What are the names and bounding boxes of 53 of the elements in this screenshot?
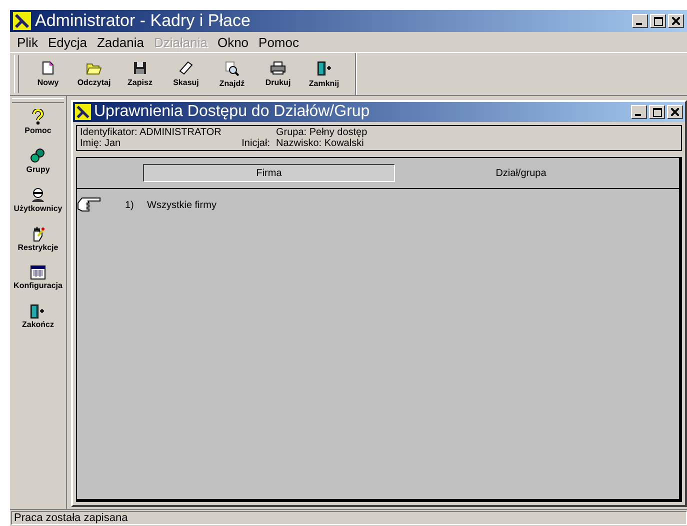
question-mark-icon	[32, 109, 44, 125]
toolbar-button[interactable]: Skasuj	[163, 53, 209, 95]
last-name-label: Nazwisko: Kowalski	[276, 138, 365, 149]
sidebar-button[interactable]: Grupy	[26, 148, 50, 187]
close-icon	[671, 108, 679, 116]
groups-icon	[30, 148, 46, 164]
group-label: Grupa: Pełny dostęp	[276, 127, 368, 138]
sidebar-button[interactable]: Konfiguracja	[14, 265, 62, 304]
sidebar-button[interactable]: Restrykcje	[18, 226, 58, 265]
tab[interactable]: Firma	[143, 164, 395, 182]
child-window-title: Uprawnienia Dostępu do Działów/Grup	[94, 103, 371, 121]
window-grid-icon	[30, 265, 46, 280]
sidebar-button[interactable]: Użytkownicy	[14, 187, 62, 226]
status-text: Praca została zapisana	[11, 511, 687, 525]
first-name-label: Imię: Jan	[80, 138, 122, 149]
identifier-label: Identyfikator: ADMINISTRATOR	[80, 127, 222, 138]
toolbar-button[interactable]: Odczytaj	[71, 53, 117, 95]
maximize-button[interactable]	[650, 14, 666, 28]
toolbar-button[interactable]: Znajdź	[209, 53, 255, 95]
menu-item[interactable]: Edycja	[42, 34, 92, 50]
minimize-button[interactable]	[632, 14, 648, 28]
sidebar-button[interactable]: Pomoc	[24, 109, 52, 148]
user-icon	[30, 187, 46, 203]
menu-item[interactable]: Okno	[212, 34, 254, 50]
close-button[interactable]	[668, 14, 684, 28]
new-document-icon	[42, 61, 54, 75]
maximize-button[interactable]	[649, 105, 665, 119]
menu-item[interactable]: Pomoc	[254, 34, 304, 50]
eraser-icon	[179, 61, 193, 75]
toolbar-button[interactable]: Zapisz	[117, 53, 163, 95]
row-number: 1)	[125, 200, 135, 210]
toolbar-button[interactable]: Drukuj	[255, 53, 301, 95]
toolbar-button[interactable]: Zamknij	[301, 53, 347, 95]
maximize-icon	[654, 16, 662, 26]
sidebar-button[interactable]: Zakończ	[22, 304, 54, 343]
row-name[interactable]: Wszystkie firmy	[147, 200, 216, 210]
app-logo-icon	[13, 12, 31, 30]
minimize-button[interactable]	[631, 105, 647, 119]
maximize-icon	[652, 108, 662, 116]
app-logo-icon	[75, 104, 91, 120]
toolbar-button[interactable]: Nowy	[25, 53, 71, 95]
menu-item[interactable]: Zadania	[92, 34, 149, 50]
initial-label: Inicjał:	[240, 138, 271, 149]
magnifier-icon	[225, 60, 239, 76]
window-title: Administrator - Kadry i Płace	[35, 11, 252, 31]
folder-icon	[86, 62, 102, 74]
exit-door-icon	[316, 60, 332, 76]
tab[interactable]: Dział/grupa	[395, 164, 647, 182]
exit-door-icon	[30, 304, 46, 319]
menu-item[interactable]: Plik	[12, 34, 43, 50]
printer-icon	[270, 61, 286, 75]
close-icon	[672, 17, 680, 25]
close-button[interactable]	[667, 105, 683, 119]
